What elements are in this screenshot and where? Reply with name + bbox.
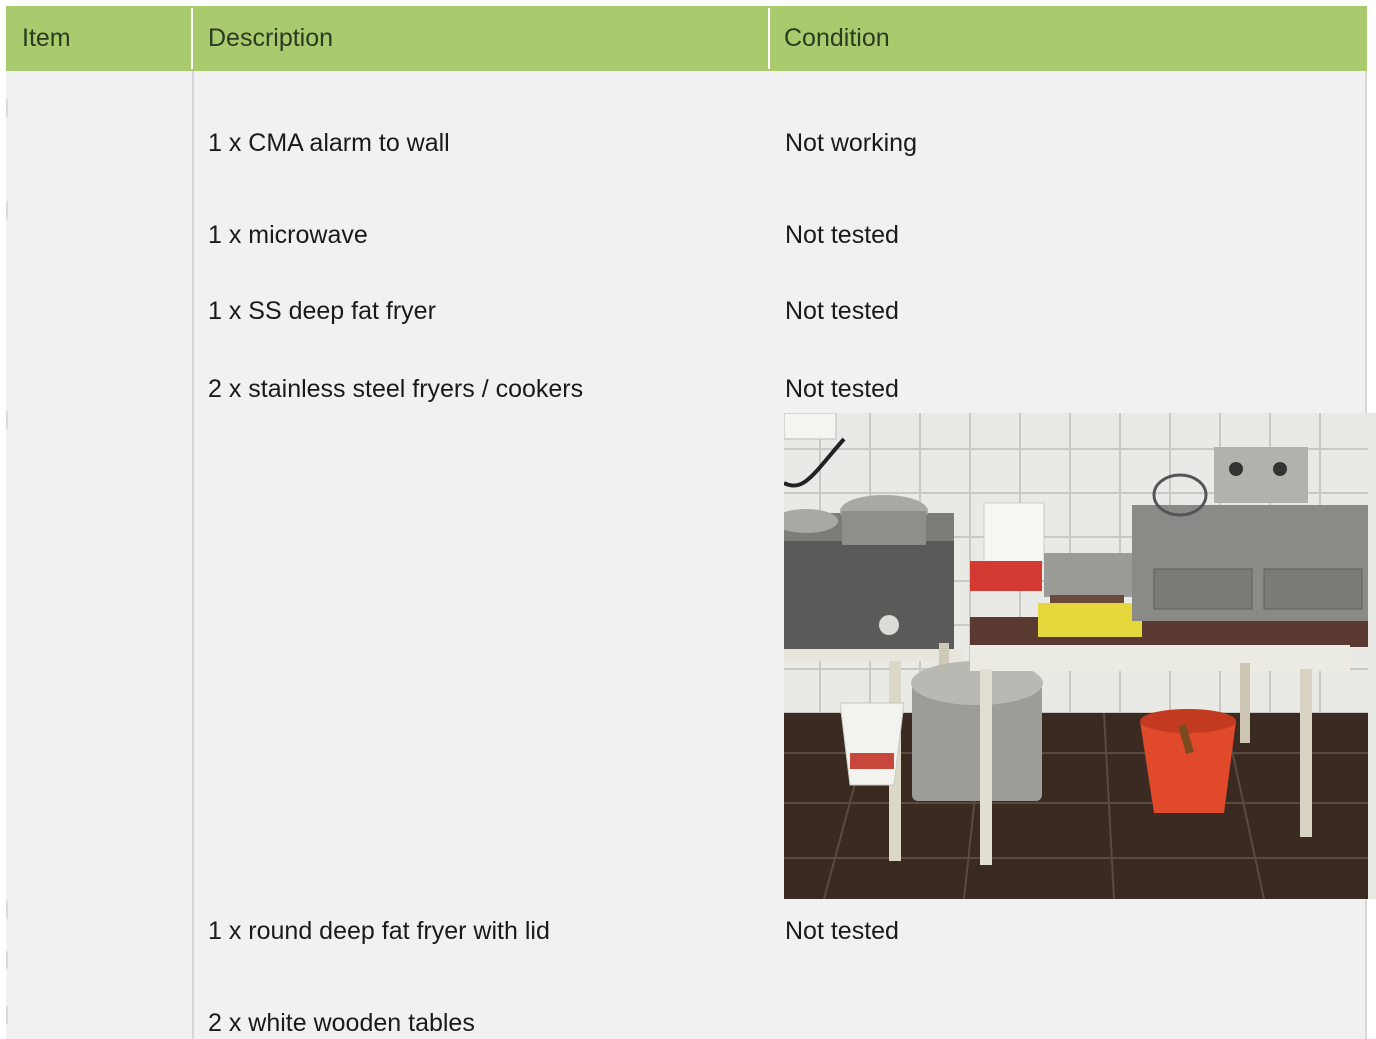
row-description: 2 x stainless steel fryers / cookers [208, 375, 584, 403]
row-condition: Not tested [785, 917, 899, 945]
header-description: Description [208, 24, 334, 52]
row-description: 1 x microwave [208, 221, 368, 249]
inventory-table: Item Description Condition 1 x CMA alarm… [6, 6, 1376, 1039]
header-item: Item [22, 24, 71, 52]
row-description: 1 x CMA alarm to wall [208, 129, 450, 157]
header-condition: Condition [784, 24, 890, 52]
row-condition: Not working [785, 129, 917, 157]
kitchen-equipment-photo [784, 413, 1376, 899]
table-header: Item Description Condition [6, 6, 1367, 71]
row-description: 1 x round deep fat fryer with lid [208, 917, 550, 945]
row-description: 2 x white wooden tables [208, 1009, 475, 1037]
table-body: 1 x CMA alarm to wall Not working 1 x mi… [6, 71, 1376, 1039]
row-condition: Not tested [785, 375, 899, 403]
row-condition: Not tested [785, 297, 899, 325]
row-condition: Not tested [785, 221, 899, 249]
column-divider [192, 71, 194, 1039]
header-divider [768, 8, 770, 69]
header-divider [191, 8, 193, 69]
row-description: 1 x SS deep fat fryer [208, 297, 436, 325]
